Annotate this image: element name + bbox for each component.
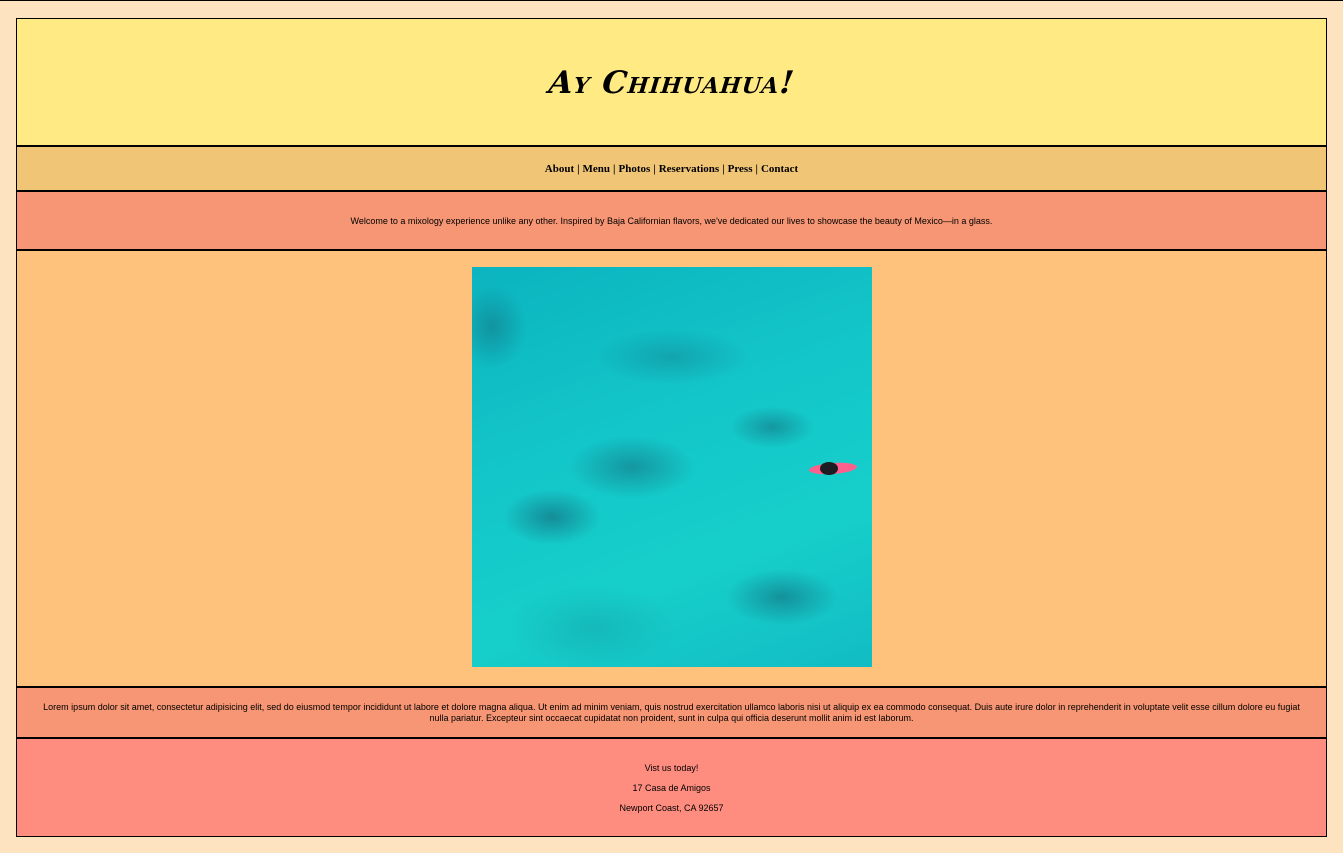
nav-link-photos[interactable]: Photos xyxy=(618,163,650,175)
nav-link-contact[interactable]: Contact xyxy=(761,163,798,175)
nav-link-press[interactable]: Press xyxy=(728,163,753,175)
intro-section: Welcome to a mixology experience unlike … xyxy=(17,192,1326,251)
nav-separator: | xyxy=(653,162,656,175)
footer-address-line2: Newport Coast, CA 92657 xyxy=(619,802,724,813)
photo-section xyxy=(17,251,1326,688)
nav-separator: | xyxy=(613,162,616,175)
description-text: Lorem ipsum dolor sit amet, consectetur … xyxy=(43,701,1300,723)
surfer-photo xyxy=(471,267,872,667)
footer-cta: Vist us today! xyxy=(644,762,699,773)
surfer-shape xyxy=(819,462,838,475)
page-frame: Ay Chihuahua! About | Menu | Photos | Re… xyxy=(16,18,1327,837)
main-nav: About | Menu | Photos | Reservations | P… xyxy=(17,147,1326,192)
site-title: Ay Chihuahua! xyxy=(546,65,797,101)
footer-address-line1: 17 Casa de Amigos xyxy=(632,782,711,793)
nav-separator: | xyxy=(722,162,725,175)
nav-separator: | xyxy=(577,162,580,175)
intro-text: Welcome to a mixology experience unlike … xyxy=(350,215,993,226)
nav-link-about[interactable]: About xyxy=(545,163,574,175)
nav-link-menu[interactable]: Menu xyxy=(583,163,611,175)
site-header: Ay Chihuahua! xyxy=(17,19,1326,147)
nav-link-reservations[interactable]: Reservations xyxy=(659,163,720,175)
description-section: Lorem ipsum dolor sit amet, consectetur … xyxy=(17,688,1326,739)
site-footer: Vist us today! 17 Casa de Amigos Newport… xyxy=(17,739,1326,836)
nav-separator: | xyxy=(755,162,758,175)
